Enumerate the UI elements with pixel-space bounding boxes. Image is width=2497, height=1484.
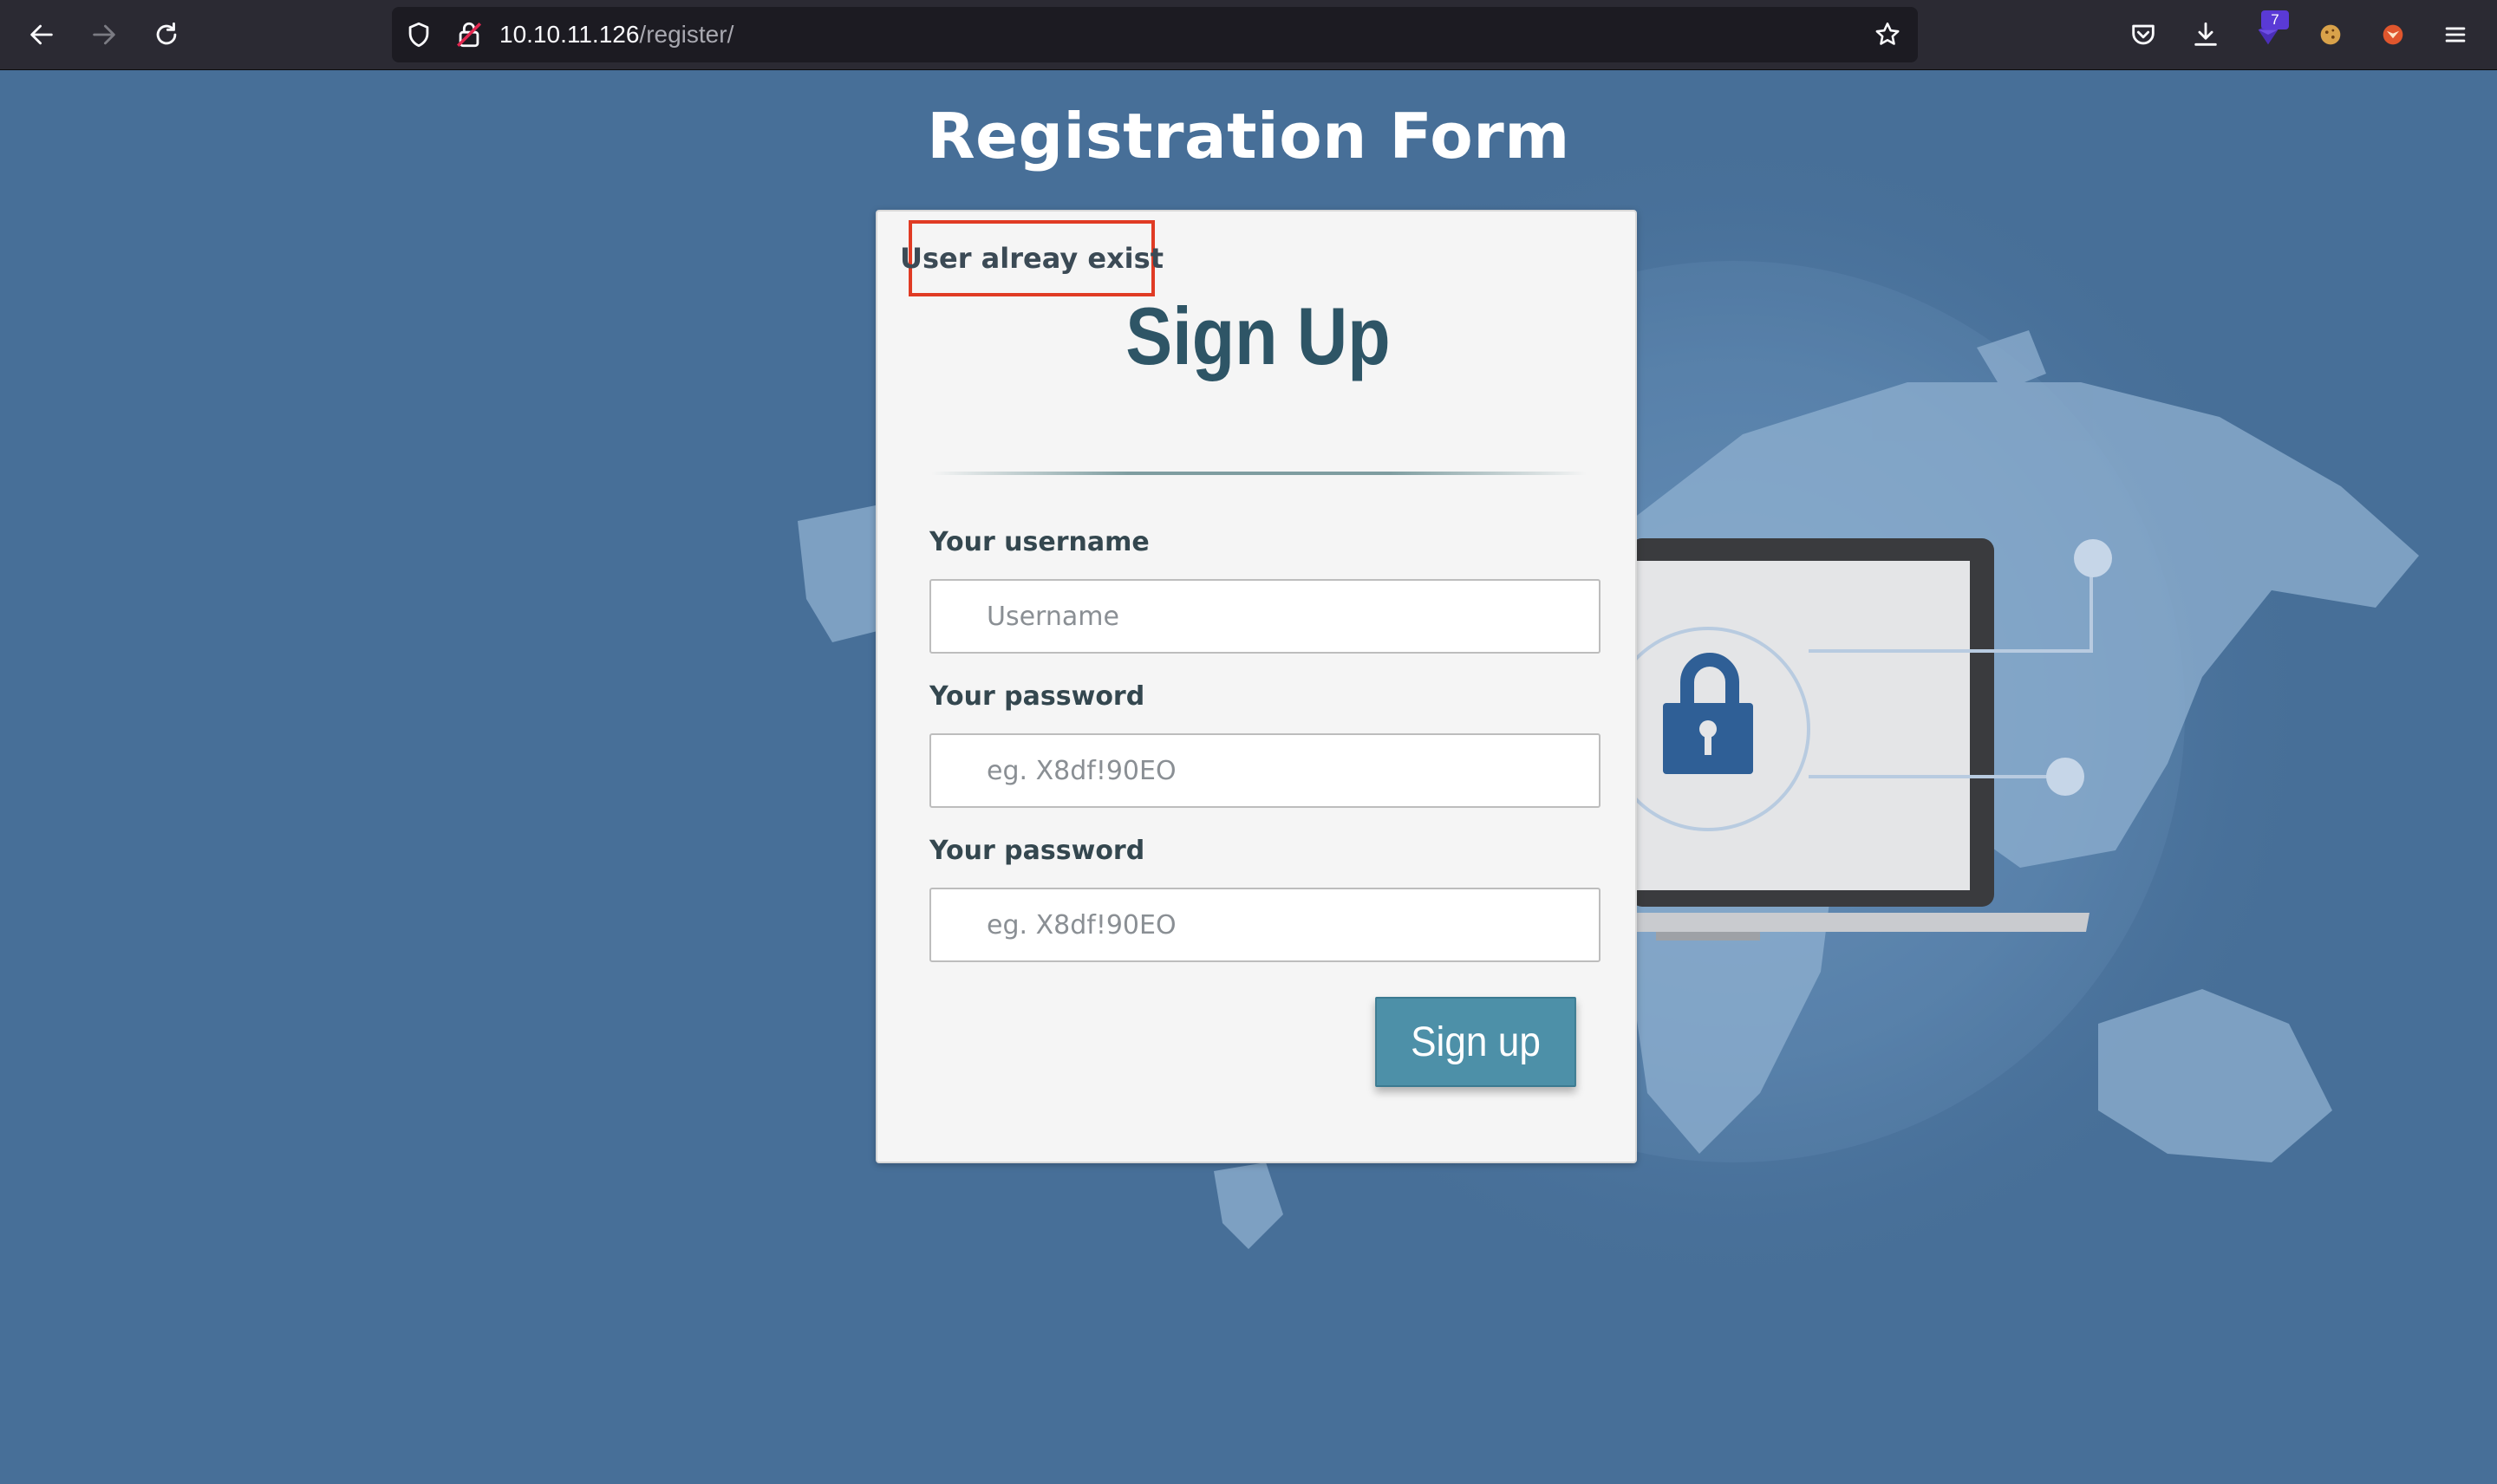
download-icon [2194, 22, 2217, 46]
insecure-lock-icon[interactable] [454, 20, 484, 49]
url-text[interactable]: 10.10.11.126/register/ [499, 20, 733, 49]
bookmark-star-icon[interactable] [1873, 20, 1902, 49]
forward-arrow-icon [93, 24, 115, 45]
registration-card: User alreay exist Sign Up Your username … [876, 210, 1637, 1163]
reload-icon [156, 22, 177, 45]
hamburger-menu-icon [2445, 27, 2466, 42]
username-input[interactable] [929, 579, 1601, 654]
pocket-icon [2132, 24, 2155, 45]
url-bar[interactable]: 10.10.11.126/register/ [392, 7, 1918, 62]
error-alert: User alreay exist [900, 220, 1164, 296]
forward-button[interactable] [83, 14, 125, 55]
fox-icon [2383, 24, 2403, 45]
fox-extension-button[interactable] [2372, 14, 2414, 55]
heading-divider [931, 472, 1587, 475]
reload-button[interactable] [146, 14, 187, 55]
browser-toolbar: 10.10.11.126/register/ 7 [0, 0, 2497, 70]
url-path: /register/ [639, 21, 734, 48]
page-title: Registration Form [927, 100, 1570, 172]
downloads-button[interactable] [2185, 14, 2226, 55]
extension-badge: 7 [2261, 10, 2289, 29]
signup-heading: Sign Up [1125, 290, 1391, 381]
cookie-extension-button[interactable] [2310, 14, 2351, 55]
back-button[interactable] [21, 14, 62, 55]
confirm-password-input[interactable] [929, 888, 1601, 962]
shield-icon[interactable] [404, 20, 434, 49]
username-label: Your username [929, 527, 1150, 557]
password-input[interactable] [929, 733, 1601, 808]
signup-button[interactable]: Sign up [1375, 997, 1576, 1087]
cookie-icon [2320, 24, 2341, 45]
page-content: Registration Form User alreay exist Sign… [0, 70, 2497, 1484]
menu-button[interactable] [2435, 14, 2476, 55]
pocket-button[interactable] [2122, 14, 2164, 55]
url-host: 10.10.11.126 [499, 21, 640, 48]
error-alert-text: User alreay exist [900, 242, 1164, 275]
confirm-password-label: Your password [929, 836, 1145, 866]
password-label: Your password [929, 681, 1145, 712]
back-arrow-icon [30, 24, 53, 45]
